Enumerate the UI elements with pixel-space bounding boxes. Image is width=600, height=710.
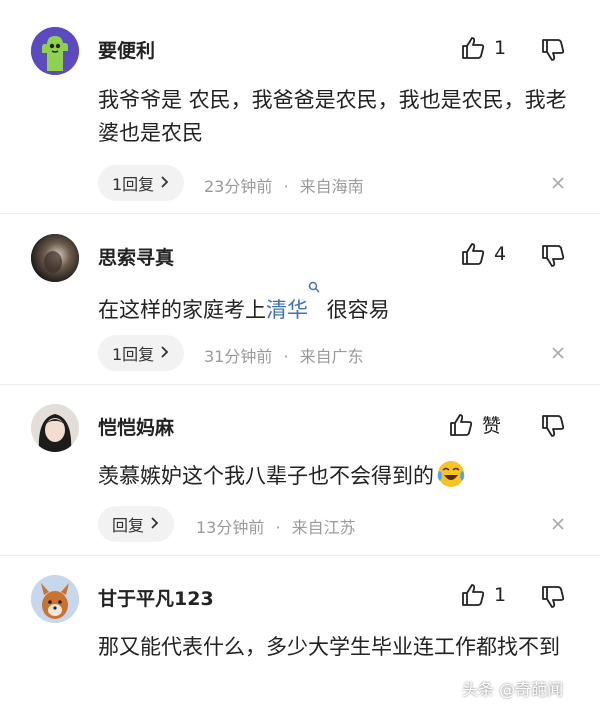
dislike-button[interactable] xyxy=(540,243,566,269)
reply-button[interactable]: 1回复 xyxy=(98,335,185,371)
avatar[interactable] xyxy=(31,575,79,623)
username[interactable]: 思索寻真 xyxy=(98,243,174,270)
close-icon xyxy=(550,176,566,195)
like-label: 赞 xyxy=(482,415,502,437)
like-button[interactable]: 赞 xyxy=(448,411,501,438)
comment-meta: 13分钟前 · 来自江苏 xyxy=(196,514,356,538)
like-count: 4 xyxy=(494,243,507,265)
comment-meta: 23分钟前 · 来自海南 xyxy=(204,173,364,197)
chevron-right-icon xyxy=(150,515,160,534)
thumbs-up-icon xyxy=(460,35,486,61)
avatar[interactable] xyxy=(31,234,79,282)
comment-text-end: 很容易 xyxy=(320,298,390,322)
dislike-button[interactable] xyxy=(540,584,566,610)
like-button[interactable]: 1 xyxy=(460,582,506,608)
meta-separator: · xyxy=(283,347,289,366)
dislike-button[interactable] xyxy=(540,37,566,63)
thumbs-down-icon xyxy=(540,243,566,269)
comment-text-start: 在这样的家庭考上 xyxy=(98,298,266,322)
comment-text: 在这样的家庭考上清华 很容易 xyxy=(98,281,568,327)
divider xyxy=(0,555,600,556)
chevron-right-icon xyxy=(160,174,170,193)
crying-laughing-emoji-icon xyxy=(436,459,466,499)
comment-text: 我爷爷是 农民，我爸爸是农民，我也是农民，我老婆也是农民 xyxy=(98,88,567,145)
comment-time: 31分钟前 xyxy=(204,347,273,366)
comment-time: 13分钟前 xyxy=(196,518,265,537)
close-icon xyxy=(550,517,566,536)
dislike-button[interactable] xyxy=(540,413,566,439)
comment-text: 羡慕嫉妒这个我八辈子也不会得到的 xyxy=(98,459,568,499)
reply-button[interactable]: 回复 xyxy=(98,506,175,542)
like-button[interactable]: 4 xyxy=(460,241,506,267)
reply-label: 1回复 xyxy=(112,175,155,194)
like-count: 1 xyxy=(494,584,507,606)
reply-label: 1回复 xyxy=(112,345,155,364)
thumbs-down-icon xyxy=(540,413,566,439)
comment-meta: 31分钟前 · 来自广东 xyxy=(204,343,364,367)
divider xyxy=(0,384,600,385)
avatar[interactable] xyxy=(31,404,79,452)
comment-location: 来自江苏 xyxy=(291,518,356,537)
meta-separator: · xyxy=(283,177,289,196)
close-button[interactable] xyxy=(550,345,566,361)
divider xyxy=(0,213,600,214)
comment-text: 那又能代表什么，多少大学生毕业连工作都找不到 xyxy=(98,635,560,659)
close-button[interactable] xyxy=(550,175,566,191)
like-button[interactable]: 1 xyxy=(460,35,506,61)
close-icon xyxy=(550,346,566,365)
thumbs-down-icon xyxy=(540,37,566,63)
like-count: 1 xyxy=(494,37,507,59)
thumbs-down-icon xyxy=(540,584,566,610)
username[interactable]: 恺恺妈麻 xyxy=(98,413,174,440)
comment-time: 23分钟前 xyxy=(204,177,273,196)
chevron-right-icon xyxy=(160,344,170,363)
search-link[interactable]: 清华 xyxy=(266,298,308,322)
thumbs-up-icon xyxy=(460,582,486,608)
search-icon[interactable] xyxy=(308,281,320,313)
username[interactable]: 要便利 xyxy=(98,36,155,63)
username[interactable]: 甘于平凡123 xyxy=(98,584,214,611)
avatar[interactable] xyxy=(31,27,79,75)
meta-separator: · xyxy=(275,518,281,537)
thumbs-up-icon xyxy=(448,412,474,438)
close-button[interactable] xyxy=(550,516,566,532)
reply-button[interactable]: 1回复 xyxy=(98,165,185,201)
comment-text-content: 羡慕嫉妒这个我八辈子也不会得到的 xyxy=(98,464,434,488)
comment-location: 来自广东 xyxy=(299,347,364,366)
comment-location: 来自海南 xyxy=(299,177,364,196)
thumbs-up-icon xyxy=(460,241,486,267)
reply-label: 回复 xyxy=(112,516,145,535)
watermark: 头条 @奇葩闻 xyxy=(462,680,564,699)
